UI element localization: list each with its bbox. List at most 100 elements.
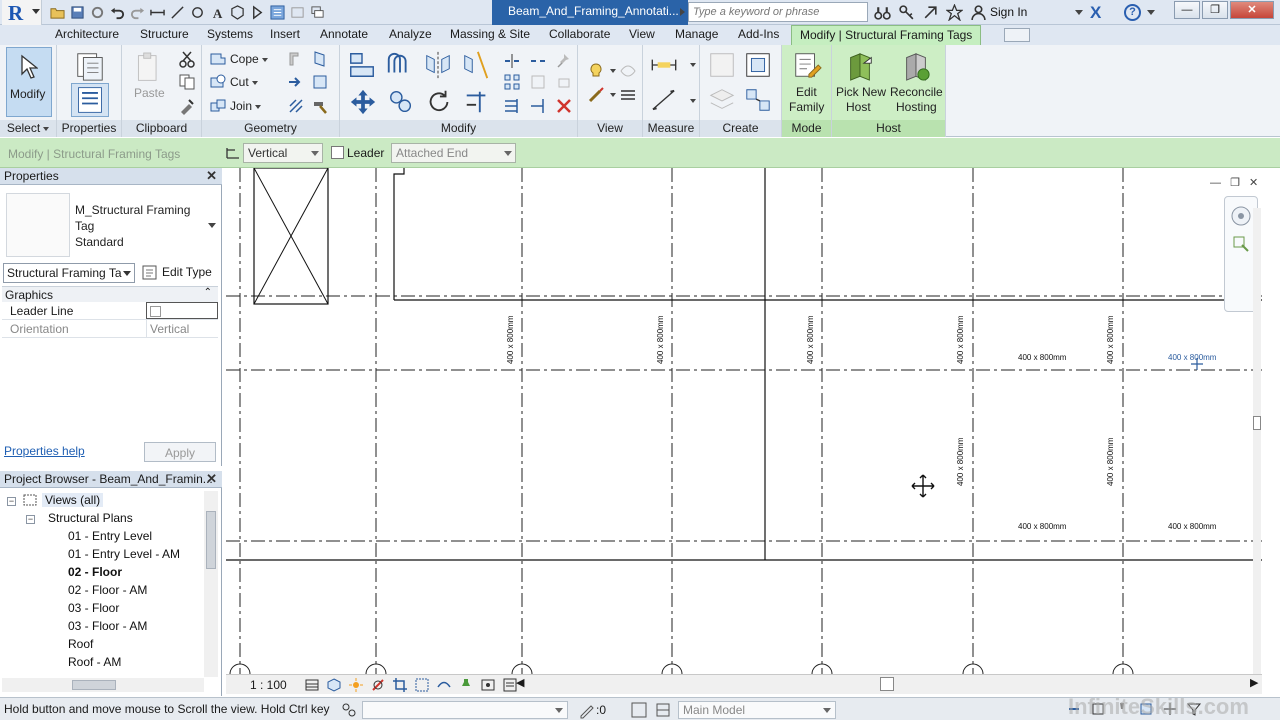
type-properties-icon[interactable]	[73, 49, 107, 83]
beam-column-joins-icon[interactable]	[286, 96, 306, 116]
tree-item-view-active[interactable]: 02 - Floor	[68, 565, 122, 579]
scroll-thumb[interactable]	[1253, 416, 1261, 430]
chevron-down-icon[interactable]	[610, 93, 616, 97]
tree-item-view[interactable]: Roof	[68, 637, 93, 651]
view-scale[interactable]: 1 : 100	[250, 678, 287, 692]
tab-massing-site[interactable]: Massing & Site	[450, 27, 530, 41]
demolish-icon[interactable]	[286, 72, 306, 92]
close-icon[interactable]: ✕	[206, 168, 217, 184]
create-group-icon[interactable]	[706, 85, 738, 115]
linework-icon[interactable]	[586, 85, 606, 105]
type-selector[interactable]: M_Structural Framing Tag Standard	[75, 202, 190, 250]
tab-add-ins[interactable]: Add-Ins	[738, 27, 779, 41]
redo-icon[interactable]	[128, 3, 146, 21]
worksets-icon[interactable]	[340, 701, 358, 719]
chevron-down-icon[interactable]	[690, 63, 696, 67]
visual-style-icon[interactable]	[326, 677, 342, 693]
vertical-scrollbar[interactable]	[204, 491, 218, 677]
minimize-button[interactable]: —	[1174, 1, 1200, 19]
open-icon[interactable]	[48, 3, 66, 21]
mirror-draw-axis-icon[interactable]	[460, 49, 492, 81]
binoculars-icon[interactable]	[872, 2, 892, 22]
tree-item-view[interactable]: 03 - Floor - AM	[68, 619, 147, 633]
text-icon[interactable]: A	[208, 3, 226, 21]
pin-icon[interactable]	[554, 51, 574, 71]
cut-geometry-icon[interactable]	[208, 72, 228, 92]
chevron-right-icon[interactable]	[680, 8, 685, 16]
leader-line-checkbox[interactable]	[150, 306, 161, 317]
design-option-select[interactable]: Main Model	[678, 701, 836, 719]
sun-path-icon[interactable]	[348, 677, 364, 693]
edit-family-label-1[interactable]: Edit	[796, 85, 817, 99]
trim-extend-icon[interactable]	[462, 87, 492, 117]
tree-item-view[interactable]: 03 - Floor	[68, 601, 119, 615]
show-crop-region-icon[interactable]	[414, 677, 430, 693]
user-icon[interactable]	[968, 2, 988, 22]
array-icon[interactable]	[502, 72, 522, 92]
properties-help-link[interactable]: Properties help	[4, 444, 85, 458]
temporary-hide-icon[interactable]	[458, 677, 474, 693]
star-icon[interactable]	[944, 2, 964, 22]
search-input[interactable]: Type a keyword or phrase	[688, 2, 868, 22]
pick-new-host-label-1[interactable]: Pick New	[836, 85, 886, 99]
copy-icon[interactable]	[177, 72, 197, 92]
editing-requests-icon[interactable]	[578, 701, 596, 719]
tree-item-view[interactable]: 01 - Entry Level	[68, 529, 152, 543]
instance-filter-select[interactable]: Structural Framing Ta	[3, 263, 135, 283]
cope-icon[interactable]	[208, 49, 228, 69]
tree-item-view[interactable]: 02 - Floor - AM	[68, 583, 147, 597]
apply-button[interactable]: Apply	[144, 442, 216, 462]
properties-button[interactable]	[71, 83, 109, 117]
pick-new-host-icon[interactable]	[844, 49, 876, 83]
scroll-thumb[interactable]	[72, 680, 116, 690]
section-icon[interactable]	[248, 3, 266, 21]
restore-button[interactable]: ❐	[1202, 1, 1228, 19]
copy-element-icon[interactable]	[386, 87, 416, 117]
chevron-down-icon[interactable]	[610, 69, 616, 73]
chevron-down-icon[interactable]	[1075, 10, 1083, 15]
paste-icon[interactable]	[132, 49, 166, 87]
pick-new-host-label-2[interactable]: Host	[846, 100, 871, 114]
key-icon[interactable]	[896, 2, 916, 22]
collapse-toggle[interactable]: −	[7, 497, 16, 506]
hide-icon[interactable]	[618, 61, 638, 81]
vertical-scrollbar[interactable]	[1253, 208, 1261, 674]
orientation-select[interactable]: Vertical	[243, 143, 323, 163]
tab-collaborate[interactable]: Collaborate	[549, 27, 610, 41]
chevron-down-icon[interactable]	[208, 223, 216, 228]
property-value[interactable]: Vertical	[146, 320, 218, 337]
create-assembly-icon[interactable]	[706, 49, 738, 81]
graphics-group-header[interactable]: Graphics ⌃	[2, 286, 218, 302]
scale-icon[interactable]	[528, 72, 548, 92]
edit-family-label-2[interactable]: Family	[789, 100, 824, 114]
view-templates-icon[interactable]	[618, 85, 638, 105]
close-icon[interactable]: ✕	[206, 471, 217, 487]
tree-item-view[interactable]: Roof - AM	[68, 655, 121, 669]
zoom-region-icon[interactable]	[1232, 235, 1252, 255]
tree-root-views[interactable]: Views (all)	[42, 493, 104, 507]
leader-attachment-select[interactable]: Attached End	[391, 143, 516, 163]
join-icon[interactable]	[208, 96, 228, 116]
switch-windows-icon[interactable]	[308, 3, 326, 21]
override-graphics-icon[interactable]	[586, 61, 606, 81]
shadows-icon[interactable]	[370, 677, 386, 693]
create-similar-icon[interactable]	[742, 85, 774, 115]
hammer-icon[interactable]	[310, 96, 330, 116]
horizontal-scroll-thumb[interactable]	[880, 677, 894, 691]
scroll-right-icon[interactable]: ▶	[1250, 676, 1258, 689]
tab-view[interactable]: View	[629, 27, 655, 41]
sign-in-link[interactable]: Sign In	[990, 5, 1027, 19]
paint-icon[interactable]	[310, 72, 330, 92]
match-properties-icon[interactable]	[177, 96, 197, 116]
create-parts-icon[interactable]	[742, 49, 774, 81]
tree-group-structural-plans[interactable]: Structural Plans	[48, 511, 133, 525]
save-icon[interactable]	[68, 3, 86, 21]
undo-icon[interactable]	[108, 3, 126, 21]
ribbon-minimize-toggle[interactable]	[1004, 28, 1030, 42]
wall-joins-icon[interactable]	[286, 49, 306, 69]
help-icon[interactable]: ?	[1124, 4, 1141, 21]
select-panel-label[interactable]: Select	[0, 120, 56, 137]
reveal-hidden-icon[interactable]	[480, 677, 496, 693]
horizontal-scrollbar[interactable]	[2, 678, 204, 692]
mirror-pick-axis-icon[interactable]	[422, 49, 454, 81]
